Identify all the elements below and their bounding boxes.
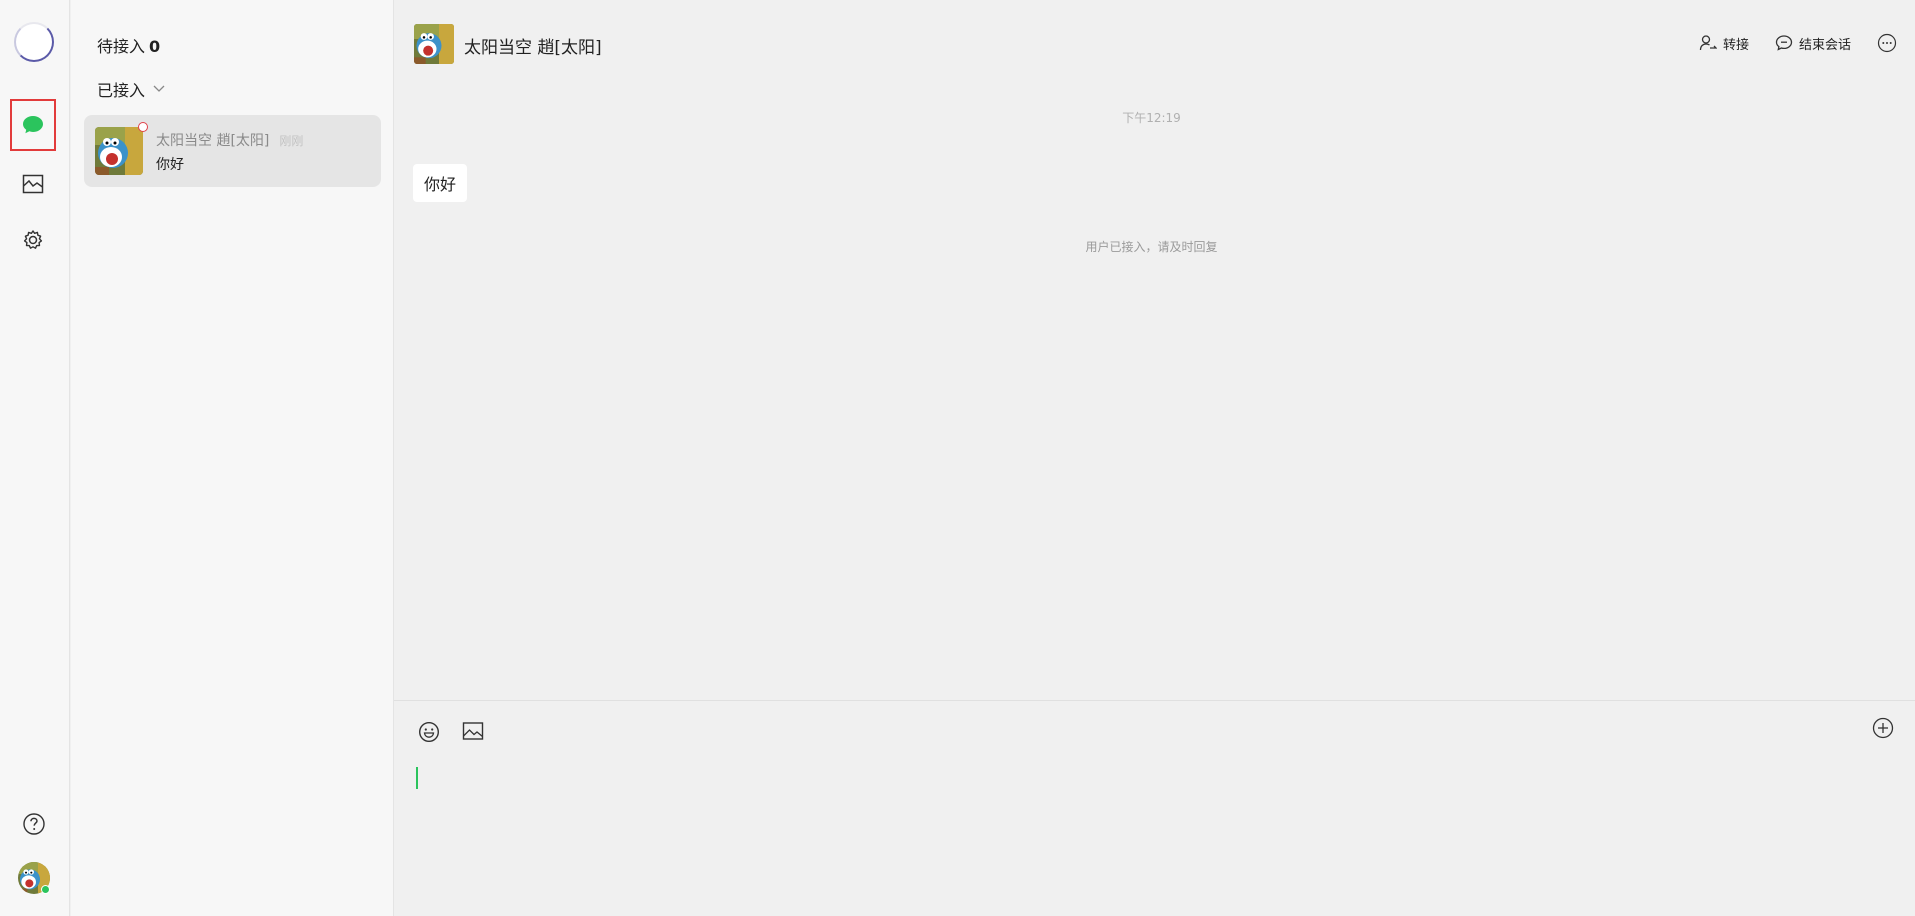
end-session-button[interactable]: 结束会话 [1775, 34, 1851, 53]
chat-header-actions: 转接 结束会话 [1699, 33, 1897, 53]
session-name: 太阳当空 趙[太阳] [156, 133, 270, 149]
session-last-message: 你好 [156, 157, 184, 173]
gear-icon [23, 230, 43, 249]
session-avatar [95, 127, 143, 175]
online-status-indicator [41, 885, 50, 894]
system-notice: 用户已接入，请及时回复 [1085, 240, 1218, 254]
emoji-button[interactable] [418, 721, 440, 747]
more-options-button[interactable] [1877, 33, 1897, 53]
left-rail [0, 0, 70, 916]
transfer-icon [1699, 35, 1717, 51]
waiting-queue-header[interactable]: 待接入 0 [97, 33, 160, 57]
rail-chat-button[interactable] [10, 99, 56, 151]
joined-section-toggle[interactable]: 已接入 [97, 77, 165, 101]
customer-avatar-image [95, 127, 143, 175]
chevron-down-icon [153, 85, 165, 92]
message-input-caret[interactable] [416, 767, 418, 789]
unread-indicator [138, 122, 148, 132]
help-icon [23, 813, 45, 835]
waiting-label: 待接入 [97, 37, 146, 56]
joined-label: 已接入 [97, 81, 146, 100]
emoji-icon [418, 721, 440, 743]
waiting-count: 0 [149, 37, 161, 56]
message-timestamp: 下午12:19 [1122, 111, 1181, 125]
end-session-label: 结束会话 [1798, 37, 1851, 53]
rail-stats-button[interactable] [10, 158, 56, 210]
help-button[interactable] [22, 812, 46, 840]
more-icon [1877, 33, 1897, 53]
transfer-button[interactable]: 转接 [1699, 34, 1749, 53]
add-attachment-button[interactable] [1872, 717, 1894, 743]
chat-title: 太阳当空 趙[太阳] [464, 38, 602, 58]
workspace-avatar[interactable] [14, 22, 54, 62]
message-composer [394, 700, 1915, 916]
session-name-row: 太阳当空 趙[太阳] 刚刚 [156, 130, 303, 150]
image-icon [462, 722, 484, 740]
image-upload-button[interactable] [462, 721, 484, 745]
transfer-label: 转接 [1722, 37, 1749, 53]
session-time: 刚刚 [279, 134, 304, 148]
plus-circle-icon [1872, 717, 1894, 739]
chat-bubble-icon [23, 116, 43, 134]
message-bubble: 你好 [413, 164, 468, 202]
chat-header-avatar-image [414, 24, 454, 64]
chart-icon [22, 174, 44, 194]
end-chat-icon [1775, 35, 1793, 51]
session-list-panel: 待接入 0 已接入 太阳当空 趙[太阳] 刚刚 你好 [71, 0, 394, 916]
chat-panel: 太阳当空 趙[太阳] 转接 结束会话 下午12:19 你好 用户已接入，请及时回… [394, 0, 1915, 916]
session-item[interactable]: 太阳当空 趙[太阳] 刚刚 你好 [84, 115, 381, 187]
rail-settings-button[interactable] [10, 214, 56, 266]
chat-header-avatar[interactable] [414, 24, 454, 64]
app-window: 待接入 0 已接入 太阳当空 趙[太阳] 刚刚 你好 太阳当空 趙[太阳] 转接… [0, 0, 1915, 916]
